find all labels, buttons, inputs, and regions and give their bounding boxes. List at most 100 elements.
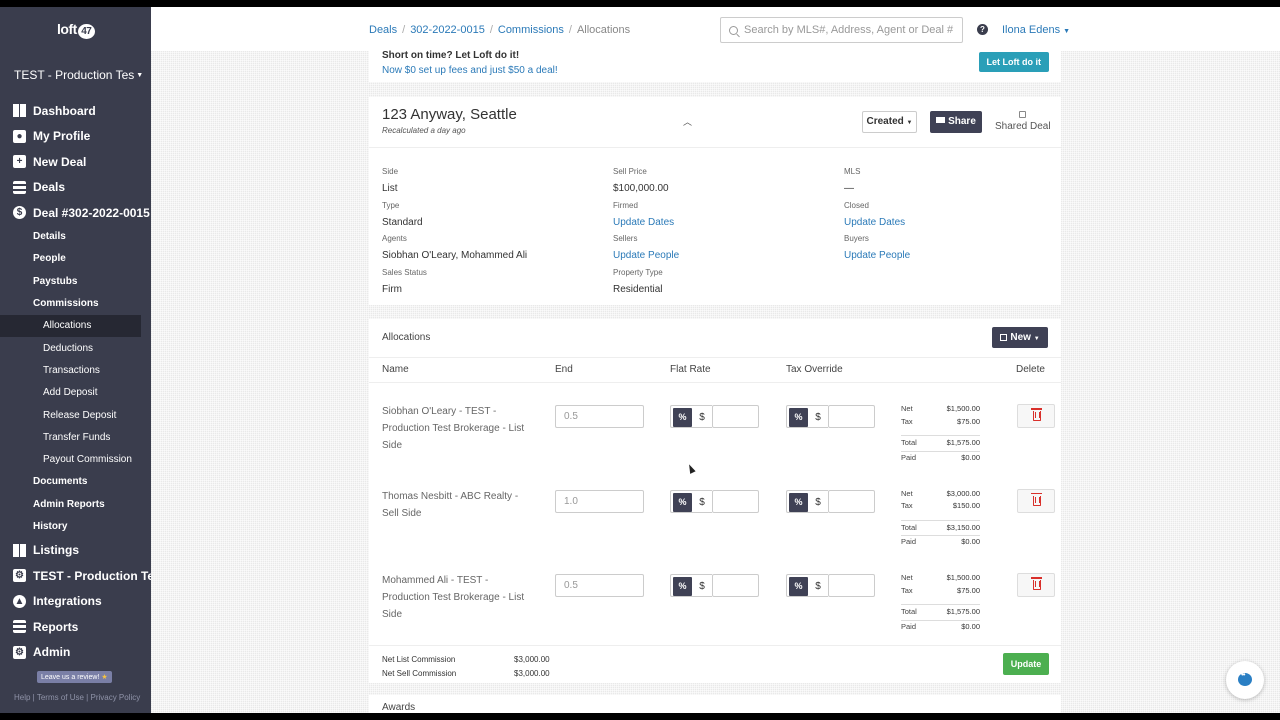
org-switcher[interactable]: TEST - Production Tes ▼ [14, 68, 144, 82]
sidebar-item-paystubs[interactable]: Paystubs [0, 270, 151, 292]
percent-toggle[interactable]: % [789, 408, 808, 427]
end-input[interactable]: 0.5 [555, 574, 644, 597]
sidebar-item-transfer-funds[interactable]: Transfer Funds [0, 426, 151, 448]
field-label: Side [382, 167, 399, 176]
percent-toggle[interactable]: % [789, 577, 808, 596]
paid-value: $0.00 [961, 621, 980, 631]
share-button[interactable]: Share [930, 111, 982, 133]
field-link[interactable]: Update Dates [613, 217, 674, 228]
end-input[interactable]: 0.5 [555, 405, 644, 428]
net-value: $1,500.00 [946, 404, 980, 413]
cloud-icon: ▲ [13, 594, 26, 608]
loft47-logo[interactable]: loft 47 [57, 21, 95, 39]
breadcrumb-commissions[interactable]: Commissions [498, 24, 564, 36]
field-property-type: Property Type Residential [613, 268, 663, 295]
paid-value: $0.00 [961, 452, 980, 462]
dollar-toggle[interactable]: $ [692, 406, 712, 429]
sidebar-item-deals[interactable]: Deals [0, 175, 151, 201]
shared-deal-toggle[interactable]: Shared Deal [995, 111, 1051, 132]
percent-toggle[interactable]: % [789, 492, 808, 512]
tax-override-input[interactable] [828, 574, 875, 597]
sidebar-item-integrations[interactable]: ▲ Integrations [0, 589, 151, 615]
flat-rate-input[interactable] [712, 405, 759, 428]
sidebar-item-add-deposit[interactable]: Add Deposit [0, 382, 151, 404]
field-link[interactable]: Update People [844, 250, 910, 261]
allocation-name: Siobhan O'Leary - TEST - Production Test… [382, 406, 525, 451]
sidebar-item-deductions[interactable]: Deductions [0, 337, 151, 359]
chat-launcher[interactable] [1226, 661, 1264, 699]
sidebar-item-admin-reports[interactable]: Admin Reports [0, 493, 151, 515]
sidebar-item-listings[interactable]: Listings [0, 538, 151, 564]
shared-deal-checkbox[interactable] [1019, 111, 1027, 118]
end-input[interactable]: 1.0 [555, 489, 644, 513]
sidebar-item-transactions[interactable]: Transactions [0, 359, 151, 381]
paid-value: $0.00 [961, 537, 980, 546]
percent-toggle[interactable]: % [673, 492, 692, 512]
search-box[interactable] [720, 17, 963, 43]
dollar-toggle[interactable]: $ [692, 575, 712, 598]
tax-override-input[interactable] [828, 405, 875, 428]
sidebar-item-details[interactable]: Details [0, 226, 151, 248]
field-value: Firm [382, 283, 402, 295]
new-allocation-button[interactable]: New ▼ [992, 327, 1048, 348]
dollar-toggle[interactable]: $ [808, 491, 828, 514]
sidebar-item-label: Admin [33, 645, 71, 660]
flat-rate-input[interactable] [712, 574, 759, 597]
admin-icon: ⚙ [13, 645, 26, 659]
percent-toggle[interactable]: % [673, 577, 692, 596]
dollar-toggle[interactable]: $ [692, 491, 712, 514]
delete-button[interactable] [1017, 404, 1055, 428]
dollar-toggle[interactable]: $ [808, 575, 828, 598]
sidebar-item-test-production-test[interactable]: ⚙ TEST - Production Test [0, 563, 151, 589]
user-menu[interactable]: Ilona Edens ▼ [1002, 24, 1070, 36]
chevron-up-icon[interactable]: ︿ [683, 115, 692, 128]
field-sales-status: Sales Status Firm [382, 268, 427, 295]
percent-toggle[interactable]: % [673, 408, 692, 427]
field-label: Sales Status [382, 267, 427, 277]
promo-offer-link[interactable]: Now $0 set up fees and just $50 a deal! [382, 65, 558, 76]
plus-icon: + [13, 155, 26, 169]
sidebar-item-admin[interactable]: ⚙ Admin [0, 640, 151, 666]
sidebar-item-people[interactable]: People [0, 248, 151, 270]
field-label: Sell Price [613, 167, 647, 176]
col-tax-override: Tax Override [786, 364, 843, 375]
sidebar-item-documents[interactable]: Documents [0, 471, 151, 493]
breadcrumb-deals[interactable]: Deals [369, 24, 397, 36]
sidebar-item-my-profile[interactable]: ● My Profile [0, 124, 151, 150]
leave-review-badge[interactable]: Leave us a review! ★ [37, 671, 112, 683]
help-icon[interactable]: ? [977, 24, 988, 35]
field-link[interactable]: Update People [613, 250, 679, 261]
topbar: Deals/302-2022-0015/Commissions / Allocati… [151, 7, 1280, 51]
flat-rate-field: % $ [670, 405, 759, 428]
sidebar-item-deal-302-2022-0015[interactable]: $ Deal #302-2022-0015 [0, 200, 151, 226]
breadcrumb-deal-number[interactable]: 302-2022-0015 [410, 24, 485, 36]
field-link[interactable]: Update Dates [844, 217, 905, 228]
sidebar-item-label: TEST - Production Test [33, 568, 151, 583]
total-value: $1,575.00 [946, 607, 980, 616]
footer-links[interactable]: Help | Terms of Use | Privacy Policy [14, 693, 140, 702]
flat-rate-input[interactable] [712, 489, 759, 513]
sidebar-item-release-deposit[interactable]: Release Deposit [0, 404, 151, 426]
sidebar-item-allocations[interactable]: Allocations [0, 314, 141, 337]
dollar-toggle[interactable]: $ [808, 406, 828, 429]
sidebar-item-history[interactable]: History [0, 515, 151, 537]
sidebar-item-new-deal[interactable]: + New Deal [0, 149, 151, 175]
delete-button[interactable] [1017, 573, 1055, 597]
sidebar-item-payout-commission[interactable]: Payout Commission [0, 448, 151, 470]
field-buyers: Buyers Update People [844, 234, 910, 261]
sidebar-item-commissions[interactable]: Commissions [0, 292, 151, 314]
field-mls: MLS — [844, 167, 860, 194]
let-loft-do-it-button[interactable]: Let Loft do it [978, 52, 1049, 72]
col-name: Name [382, 364, 409, 375]
status-dropdown[interactable]: Created ▼ [862, 111, 917, 133]
sidebar-item-dashboard[interactable]: Dashboard [0, 98, 151, 124]
tax-override-input[interactable] [828, 489, 875, 513]
tax-value: $75.00 [957, 416, 980, 426]
deal-title: 123 Anyway, Seattle [382, 106, 517, 123]
col-end: End [555, 364, 573, 375]
search-input[interactable] [744, 24, 954, 36]
update-button[interactable]: Update [1003, 653, 1049, 675]
delete-button[interactable] [1017, 488, 1055, 513]
sidebar-item-reports[interactable]: Reports [0, 614, 151, 640]
allocation-totals: Net $3,000.00 Tax $150.00 Total $3,150.00 P… [901, 488, 980, 548]
